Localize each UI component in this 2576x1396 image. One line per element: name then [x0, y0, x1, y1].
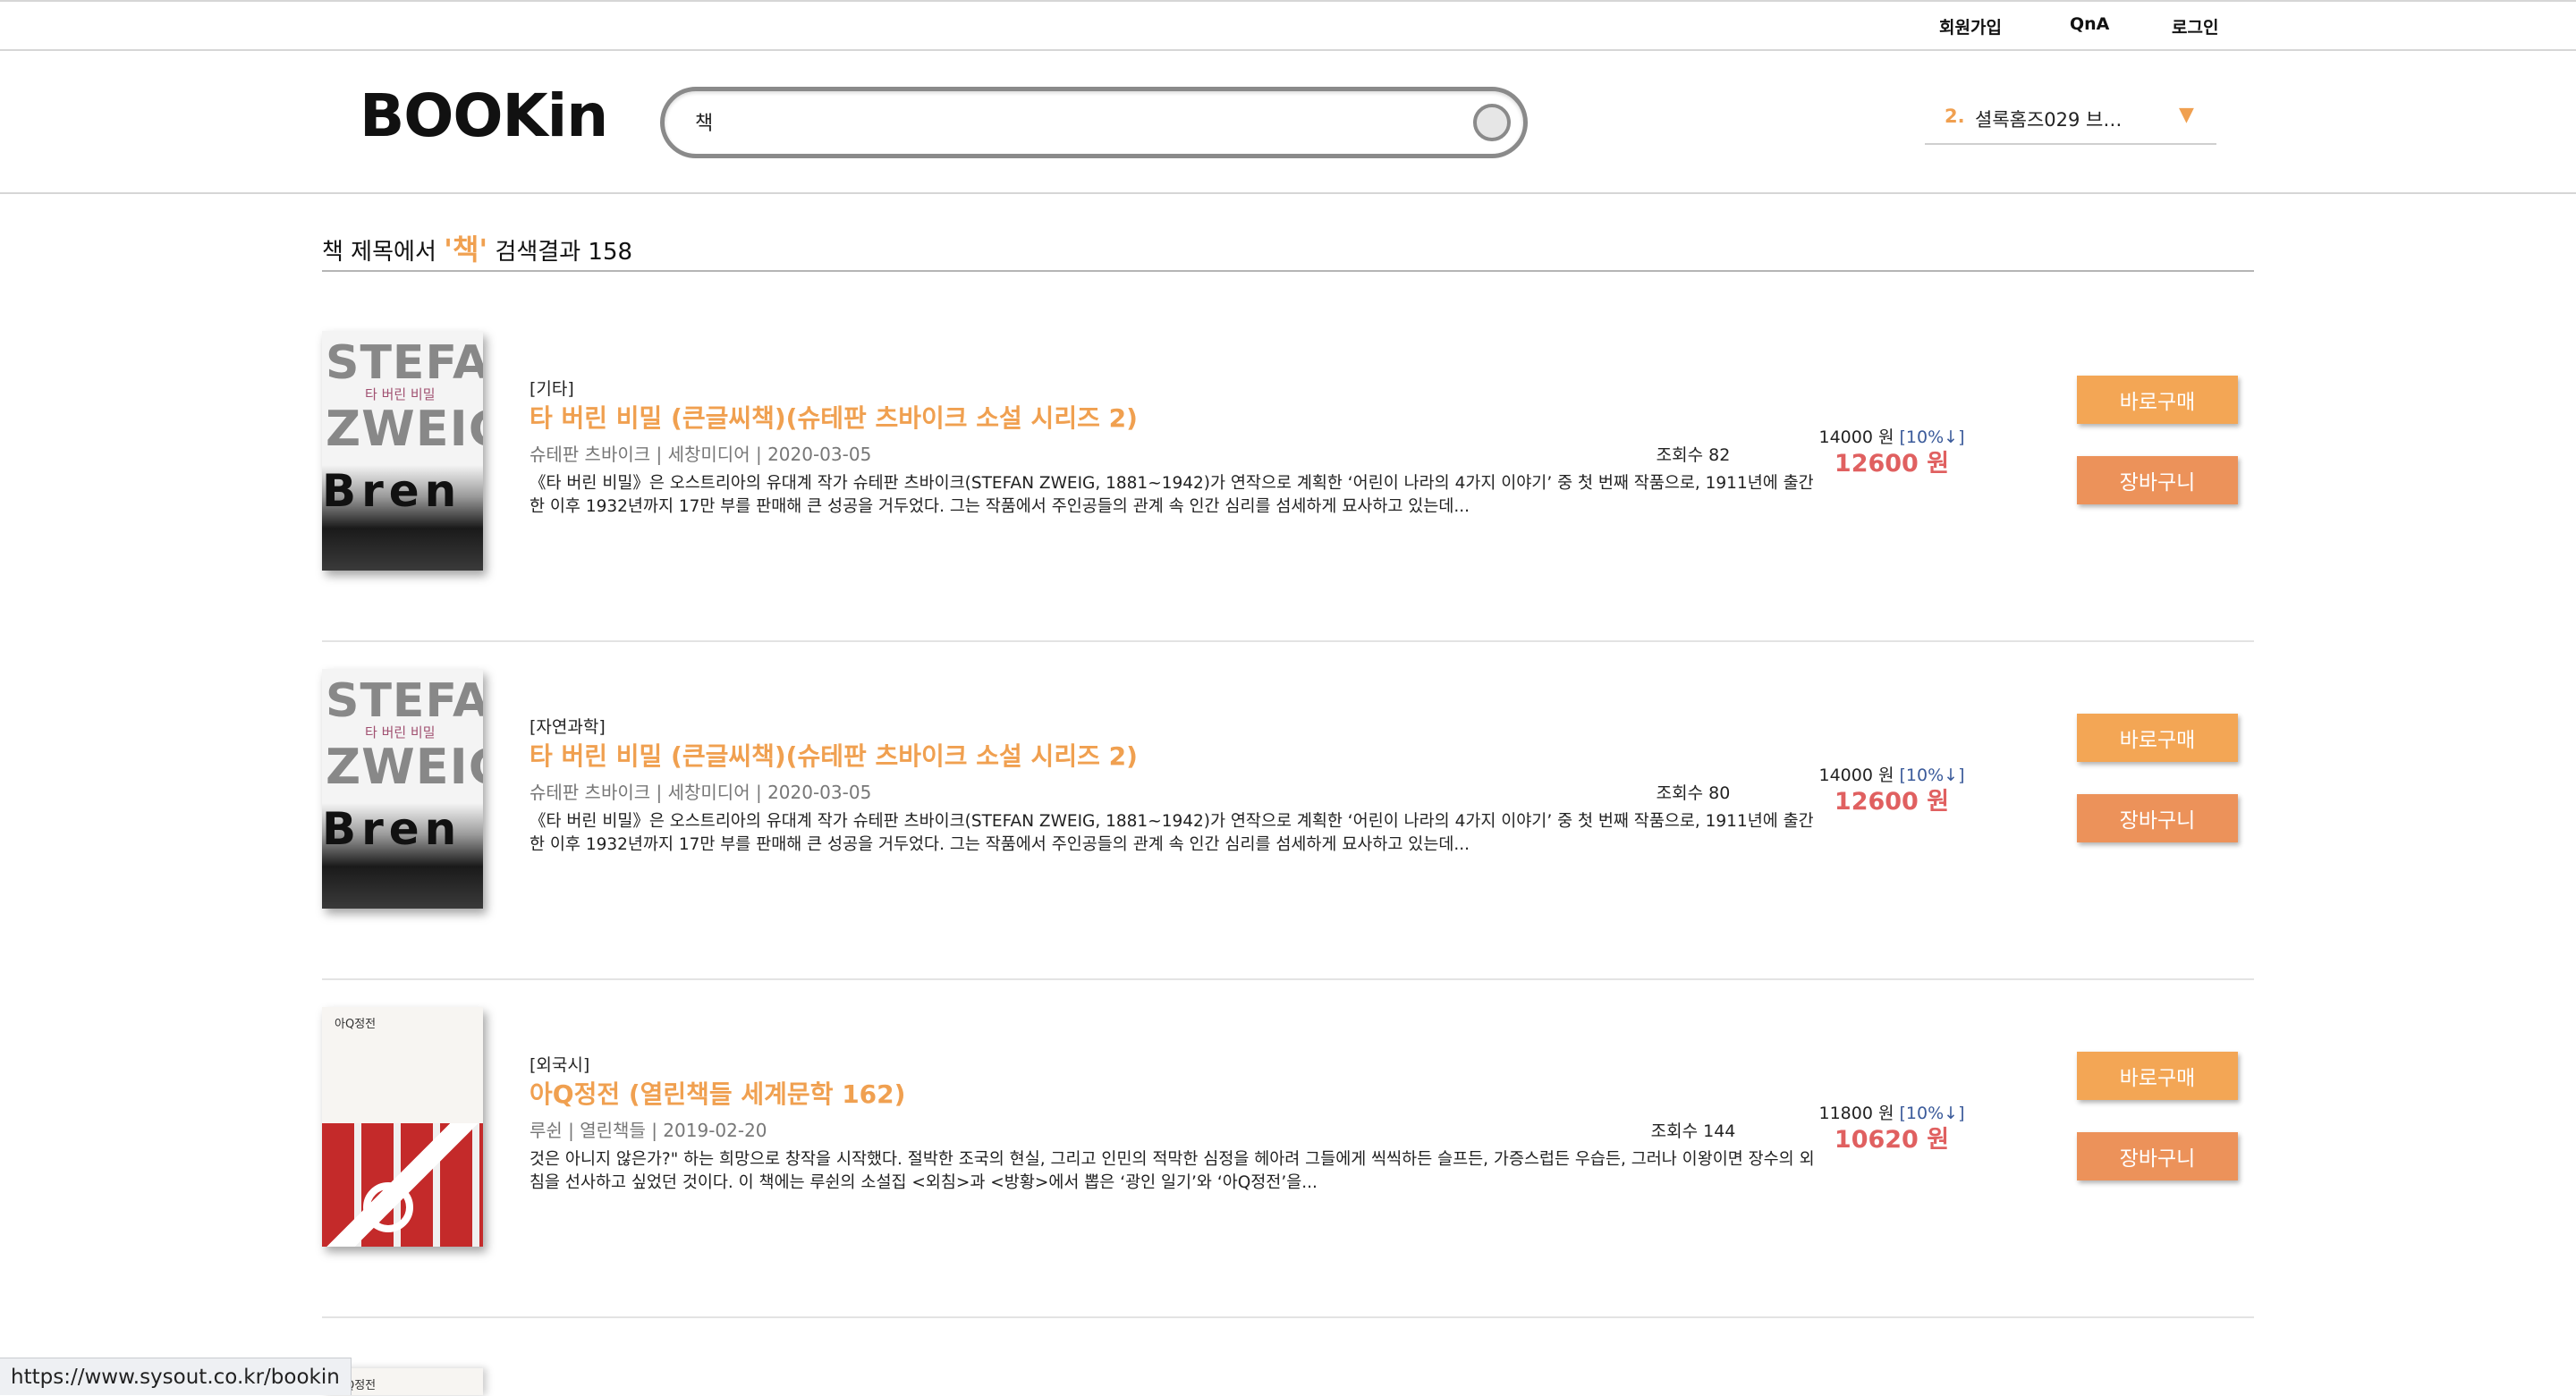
- ranking-number: 2.: [1945, 106, 1965, 127]
- add-to-cart-button[interactable]: 장바구니: [2077, 1132, 2238, 1180]
- add-to-cart-button[interactable]: 장바구니: [2077, 794, 2238, 842]
- book-category: [기타]: [530, 379, 574, 399]
- book-category: [외국시]: [530, 1055, 590, 1075]
- sale-price: 12600 원: [1834, 788, 1950, 816]
- book-description: 것은 아니지 않은가?" 하는 희망으로 창작을 시작했다. 절박한 조국의 현…: [530, 1150, 1815, 1192]
- login-link[interactable]: 로그인: [2172, 14, 2218, 38]
- search-icon[interactable]: [1473, 104, 1511, 141]
- sale-price: 10620 원: [1834, 1126, 1950, 1154]
- cover-text: Bren: [322, 803, 462, 855]
- book-description: 《타 버린 비밀》은 오스트리아의 유대계 작가 슈테판 츠바이크(STEFAN…: [530, 474, 1814, 516]
- book-meta: 루쉰 | 열린책들 | 2019-02-20: [530, 1120, 767, 1141]
- summary-count: 검색결과 158: [495, 239, 633, 266]
- summary-prefix: 책 제목에서: [322, 239, 436, 266]
- book-description: 《타 버린 비밀》은 오스트리아의 유대계 작가 슈테판 츠바이크(STEFAN…: [530, 812, 1814, 854]
- book-title[interactable]: 아Q정전 (열린책들 세계문학 162): [530, 1075, 905, 1111]
- cover-text: ZWEIG: [326, 739, 483, 795]
- cover-art: [363, 1182, 413, 1232]
- signup-link[interactable]: 회원가입: [1939, 14, 2002, 38]
- ranking-text: 셜록홈즈029 브…: [1975, 109, 2123, 131]
- qna-link[interactable]: QnA: [2070, 14, 2109, 34]
- site-logo[interactable]: BOOKin: [360, 81, 608, 150]
- book-meta: 슈테판 츠바이크 | 세창미디어 | 2020-03-05: [530, 444, 872, 465]
- search-summary: 책 제목에서 '책' 검색결과 158: [322, 222, 2254, 272]
- cover-text: STEFAN: [326, 336, 483, 390]
- result-item: STEFAN 타 버린 비밀 ZWEIG Bren [기타] 타 버린 비밀 (…: [322, 304, 2254, 642]
- search-bar: [660, 87, 1528, 158]
- book-meta: 슈테판 츠바이크 | 세창미디어 | 2020-03-05: [530, 782, 872, 803]
- status-url: https://www.sysout.co.kr/bookin: [0, 1358, 352, 1395]
- result-item: STEFAN 타 버린 비밀 ZWEIG Bren [자연과학] 타 버린 비밀…: [322, 642, 2254, 980]
- add-to-cart-button[interactable]: 장바구니: [2077, 456, 2238, 504]
- header: BOOKin 2. 셜록홈즈029 브… ▼: [0, 51, 2576, 194]
- cover-text: Bren: [322, 465, 462, 517]
- buy-now-button[interactable]: 바로구매: [2077, 1052, 2238, 1100]
- buy-now-button[interactable]: 바로구매: [2077, 714, 2238, 762]
- book-title[interactable]: 타 버린 비밀 (큰글씨책)(슈테판 츠바이크 소설 시리즈 2): [530, 399, 1138, 435]
- book-cover[interactable]: STEFAN 타 버린 비밀 ZWEIG Bren: [322, 669, 483, 909]
- popular-search-ranking[interactable]: 2. 셜록홈즈029 브… ▼: [1925, 102, 2216, 145]
- cover-text: STEFAN: [326, 674, 483, 728]
- search-keyword: '책': [444, 233, 488, 267]
- search-summary-text: 책 제목에서 '책' 검색결과 158: [322, 227, 632, 268]
- chevron-down-icon[interactable]: ▼: [2179, 104, 2194, 126]
- search-input[interactable]: [693, 104, 1427, 140]
- top-bar: 회원가입 QnA 로그인: [0, 0, 2576, 51]
- book-title[interactable]: 타 버린 비밀 (큰글씨책)(슈테판 츠바이크 소설 시리즈 2): [530, 737, 1138, 773]
- cover-text: 아Q정전: [335, 1018, 377, 1031]
- cover-art: [322, 1123, 483, 1247]
- book-cover[interactable]: 아Q정전: [322, 1007, 483, 1247]
- buy-now-button[interactable]: 바로구매: [2077, 376, 2238, 424]
- cover-text: ZWEIG: [326, 401, 483, 457]
- book-category: [자연과학]: [530, 717, 606, 737]
- sale-price: 12600 원: [1834, 450, 1950, 478]
- book-cover[interactable]: STEFAN 타 버린 비밀 ZWEIG Bren: [322, 331, 483, 571]
- result-item: 아Q정전 [외국시] 아Q정전 (열린책들 세계문학 162) 루쉰 | 열린책…: [322, 980, 2254, 1318]
